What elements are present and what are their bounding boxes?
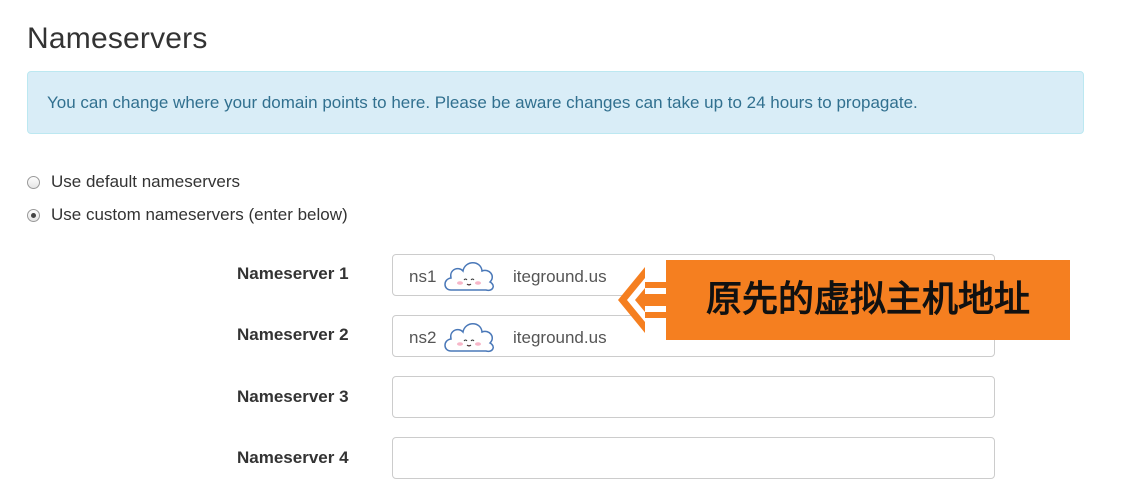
nameserver-1-prefix: ns1: [409, 267, 437, 286]
annotation-box: 原先的虚拟主机地址: [666, 260, 1070, 340]
cloud-sticker-icon: [444, 262, 494, 292]
nameserver-2-prefix: ns2: [409, 328, 437, 347]
nameserver-4-label: Nameserver 4: [237, 448, 349, 467]
radio-custom-label: Use custom nameservers (enter below): [51, 205, 348, 224]
radio-custom-indicator[interactable]: [27, 208, 40, 222]
annotation-callout: 原先的虚拟主机地址: [615, 260, 1070, 340]
nameserver-3-input[interactable]: [392, 376, 995, 418]
nameserver-2-label: Nameserver 2: [237, 325, 349, 344]
page-title: Nameservers: [27, 22, 208, 55]
radio-default-indicator[interactable]: [27, 175, 40, 189]
radio-default-label: Use default nameservers: [51, 172, 240, 191]
radio-default-nameservers[interactable]: Use default nameservers: [27, 172, 240, 192]
annotation-text: 原先的虚拟主机地址: [705, 279, 1030, 320]
nameserver-2-suffix: iteground.us: [513, 328, 607, 347]
nameserver-3-label: Nameserver 3: [237, 387, 349, 406]
nameserver-4-input[interactable]: [392, 437, 995, 479]
left-arrow-icon: [618, 267, 668, 333]
radio-custom-nameservers[interactable]: Use custom nameservers (enter below): [27, 205, 348, 225]
nameserver-1-suffix: iteground.us: [513, 267, 607, 286]
nameserver-1-label: Nameserver 1: [237, 264, 349, 283]
cloud-sticker-icon: [444, 323, 494, 353]
info-alert: You can change where your domain points …: [27, 71, 1084, 134]
alert-text: You can change where your domain points …: [47, 93, 918, 112]
